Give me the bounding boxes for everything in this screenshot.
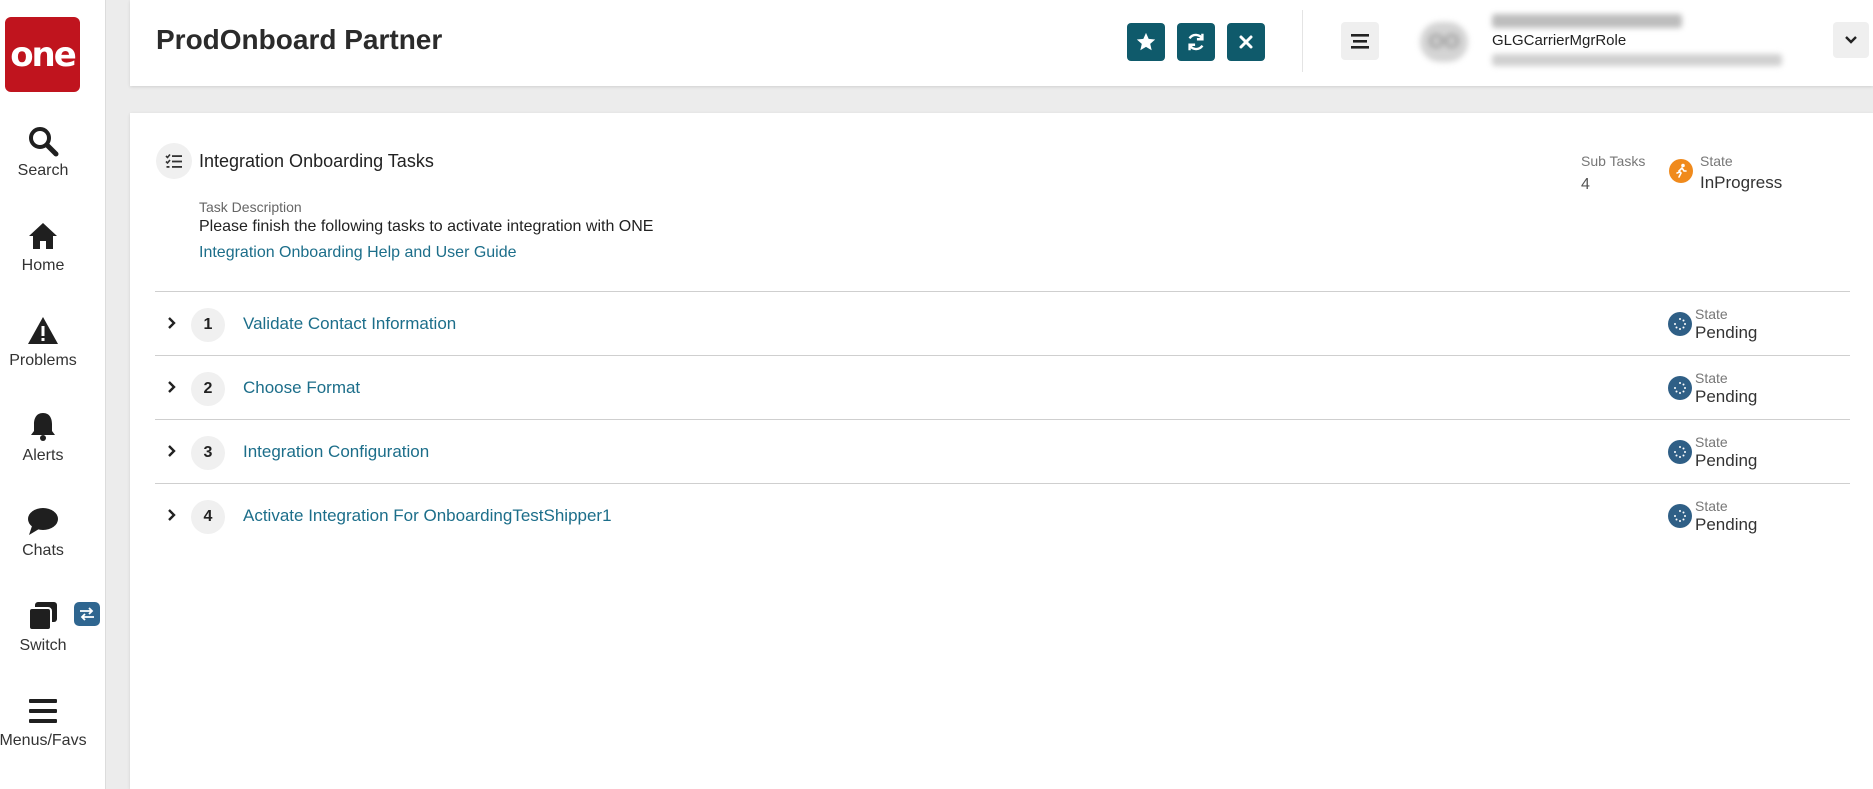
search-icon bbox=[29, 127, 59, 157]
subtask-state-value: Pending bbox=[1695, 451, 1758, 470]
menu-lines-icon bbox=[1351, 34, 1369, 49]
pending-spinner-icon bbox=[1668, 376, 1692, 400]
subtask-state-label: State bbox=[1695, 434, 1728, 450]
subtask-state-label: State bbox=[1695, 370, 1728, 386]
subtasks-count-value: 4 bbox=[1581, 176, 1590, 193]
pending-spinner-icon bbox=[1668, 312, 1692, 336]
subtask-state-value: Pending bbox=[1695, 515, 1758, 534]
nav-problems[interactable]: Problems bbox=[0, 314, 86, 394]
subtask-row[interactable]: 2 Choose Format State Pending bbox=[155, 355, 1850, 419]
sidebar: one Search Home Problems Alerts Chats Sw… bbox=[0, 0, 106, 789]
user-name-redacted bbox=[1492, 14, 1682, 28]
subtask-list: 1 Validate Contact Information State Pen… bbox=[155, 291, 1850, 547]
avatar[interactable]: OO bbox=[1420, 22, 1468, 62]
subtask-row[interactable]: 1 Validate Contact Information State Pen… bbox=[155, 291, 1850, 355]
subtask-number: 1 bbox=[191, 308, 225, 342]
subtask-number: 3 bbox=[191, 436, 225, 470]
subtask-state-label: State bbox=[1695, 306, 1728, 322]
subtask-title-link[interactable]: Validate Contact Information bbox=[243, 314, 456, 334]
chevron-right-icon[interactable] bbox=[165, 380, 179, 394]
subtask-title-link[interactable]: Activate Integration For OnboardingTestS… bbox=[243, 506, 612, 526]
hamburger-menu-icon bbox=[29, 699, 57, 723]
chat-bubble-icon bbox=[28, 508, 58, 535]
switch-windows-icon bbox=[28, 602, 57, 631]
warning-icon bbox=[28, 317, 58, 344]
close-icon bbox=[1239, 35, 1253, 49]
nav-alerts-label: Alerts bbox=[22, 447, 64, 464]
nav-alerts[interactable]: Alerts bbox=[0, 409, 86, 489]
switch-arrows-icon[interactable] bbox=[74, 602, 100, 626]
task-list-icon bbox=[156, 143, 192, 179]
nav-problems-label: Problems bbox=[9, 352, 77, 369]
task-state-value: InProgress bbox=[1700, 173, 1783, 192]
task-description: Please finish the following tasks to act… bbox=[199, 218, 654, 235]
user-email-redacted bbox=[1492, 54, 1782, 66]
subtask-state-value: Pending bbox=[1695, 323, 1758, 342]
main-menu-button[interactable] bbox=[1341, 22, 1379, 60]
task-description-label: Task Description bbox=[199, 199, 302, 215]
user-dropdown-button[interactable] bbox=[1833, 22, 1869, 58]
chevron-down-icon bbox=[1845, 36, 1857, 44]
nav-home-label: Home bbox=[21, 257, 65, 274]
nav-home[interactable]: Home bbox=[0, 219, 86, 299]
subtask-row[interactable]: 3 Integration Configuration State Pendin… bbox=[155, 419, 1850, 483]
nav-chats[interactable]: Chats bbox=[0, 504, 86, 584]
subtask-number: 2 bbox=[191, 372, 225, 406]
pending-spinner-icon bbox=[1668, 440, 1692, 464]
home-icon bbox=[29, 223, 57, 249]
refresh-button[interactable] bbox=[1177, 23, 1215, 61]
nav-chats-label: Chats bbox=[22, 542, 64, 559]
subtask-title-link[interactable]: Choose Format bbox=[243, 378, 360, 398]
subtask-state-label: State bbox=[1695, 498, 1728, 514]
task-state-label: State bbox=[1700, 153, 1733, 169]
pending-spinner-icon bbox=[1668, 504, 1692, 528]
close-button[interactable] bbox=[1227, 23, 1265, 61]
task-title: Integration Onboarding Tasks bbox=[199, 151, 434, 171]
star-icon bbox=[1136, 32, 1156, 51]
nav-search[interactable]: Search bbox=[0, 124, 86, 204]
user-role: GLGCarrierMgrRole bbox=[1492, 32, 1627, 49]
nav-menus-favs[interactable]: Menus/Favs bbox=[0, 694, 87, 774]
chevron-right-icon[interactable] bbox=[165, 316, 179, 330]
running-person-icon bbox=[1669, 159, 1693, 183]
chevron-right-icon[interactable] bbox=[165, 508, 179, 522]
nav-switch-label: Switch bbox=[19, 637, 67, 654]
page-title: ProdOnboard Partner bbox=[156, 24, 443, 55]
refresh-icon bbox=[1188, 33, 1204, 51]
subtask-row[interactable]: 4 Activate Integration For OnboardingTes… bbox=[155, 483, 1850, 547]
bell-icon bbox=[31, 413, 55, 441]
favorite-button[interactable] bbox=[1127, 23, 1165, 61]
nav-search-label: Search bbox=[17, 162, 69, 179]
subtask-number: 4 bbox=[191, 500, 225, 534]
header-bar: ProdOnboard Partner OO GLGCarrierMgrRole bbox=[130, 0, 1873, 86]
help-guide-link[interactable]: Integration Onboarding Help and User Gui… bbox=[199, 244, 517, 262]
one-logo[interactable]: one bbox=[5, 17, 80, 92]
nav-menus-favs-label: Menus/Favs bbox=[0, 732, 87, 749]
chevron-right-icon[interactable] bbox=[165, 444, 179, 458]
subtasks-count-label: Sub Tasks bbox=[1581, 153, 1646, 169]
header-divider bbox=[1302, 10, 1303, 72]
subtask-title-link[interactable]: Integration Configuration bbox=[243, 442, 429, 462]
subtask-state-value: Pending bbox=[1695, 387, 1758, 406]
